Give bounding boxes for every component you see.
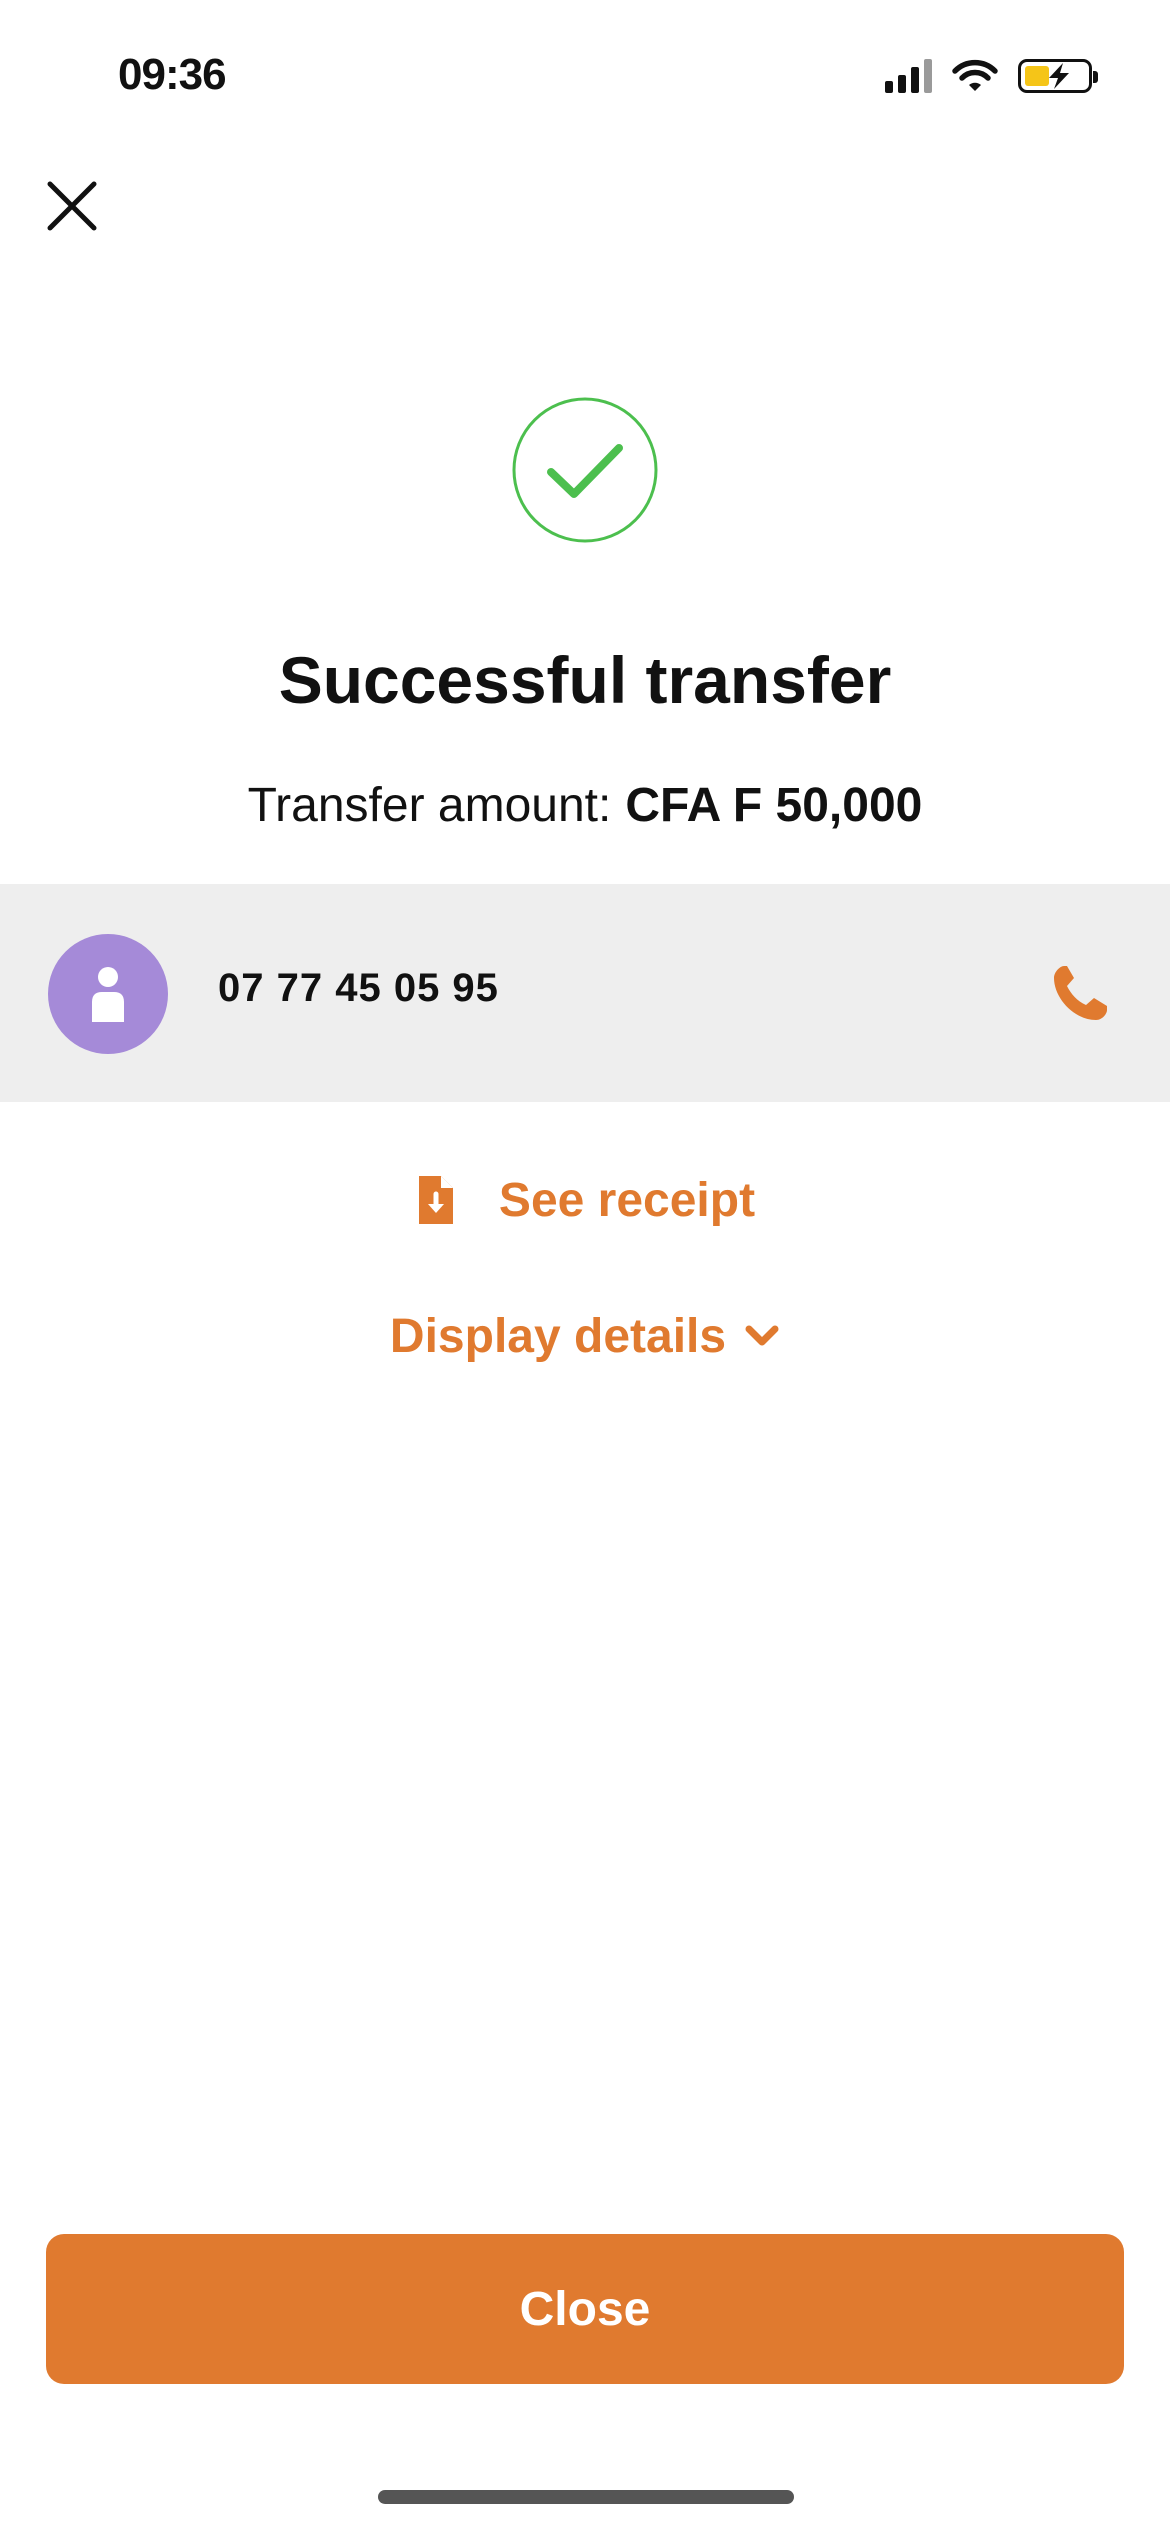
battery-icon <box>1018 59 1098 93</box>
display-details-toggle[interactable]: Display details <box>0 1304 1170 1368</box>
transfer-amount-value: CFA F 50,000 <box>625 779 923 832</box>
close-button[interactable]: Close <box>46 2234 1124 2384</box>
transfer-amount: Transfer amount: CFA F 50,000 <box>0 778 1170 833</box>
home-indicator[interactable] <box>378 2490 794 2504</box>
display-details-label: Display details <box>389 1309 727 1363</box>
recipient-row: 07 77 45 05 95 <box>0 884 1170 1102</box>
close-icon[interactable] <box>44 178 100 234</box>
phone-icon[interactable] <box>1050 962 1110 1024</box>
status-time: 09:36 <box>118 50 227 99</box>
status-icons <box>885 56 1098 96</box>
see-receipt-label: See receipt <box>498 1173 756 1227</box>
document-download-icon <box>418 1176 453 1224</box>
page-title: Successful transfer <box>278 643 892 717</box>
recipient-phone-number: 07 77 45 05 95 <box>218 966 499 1010</box>
person-icon <box>92 967 124 1022</box>
chevron-down-icon <box>745 1325 779 1346</box>
cellular-signal-icon <box>885 59 932 93</box>
transfer-amount-label: Transfer amount: <box>247 779 612 832</box>
wifi-icon <box>952 59 998 91</box>
avatar <box>48 934 168 1054</box>
checkmark-circle-icon <box>512 397 658 543</box>
transfer-success-screen: 09:36 Successful transfer Transfer amoun… <box>0 0 1170 2532</box>
see-receipt-link[interactable]: See receipt <box>0 1168 1170 1232</box>
